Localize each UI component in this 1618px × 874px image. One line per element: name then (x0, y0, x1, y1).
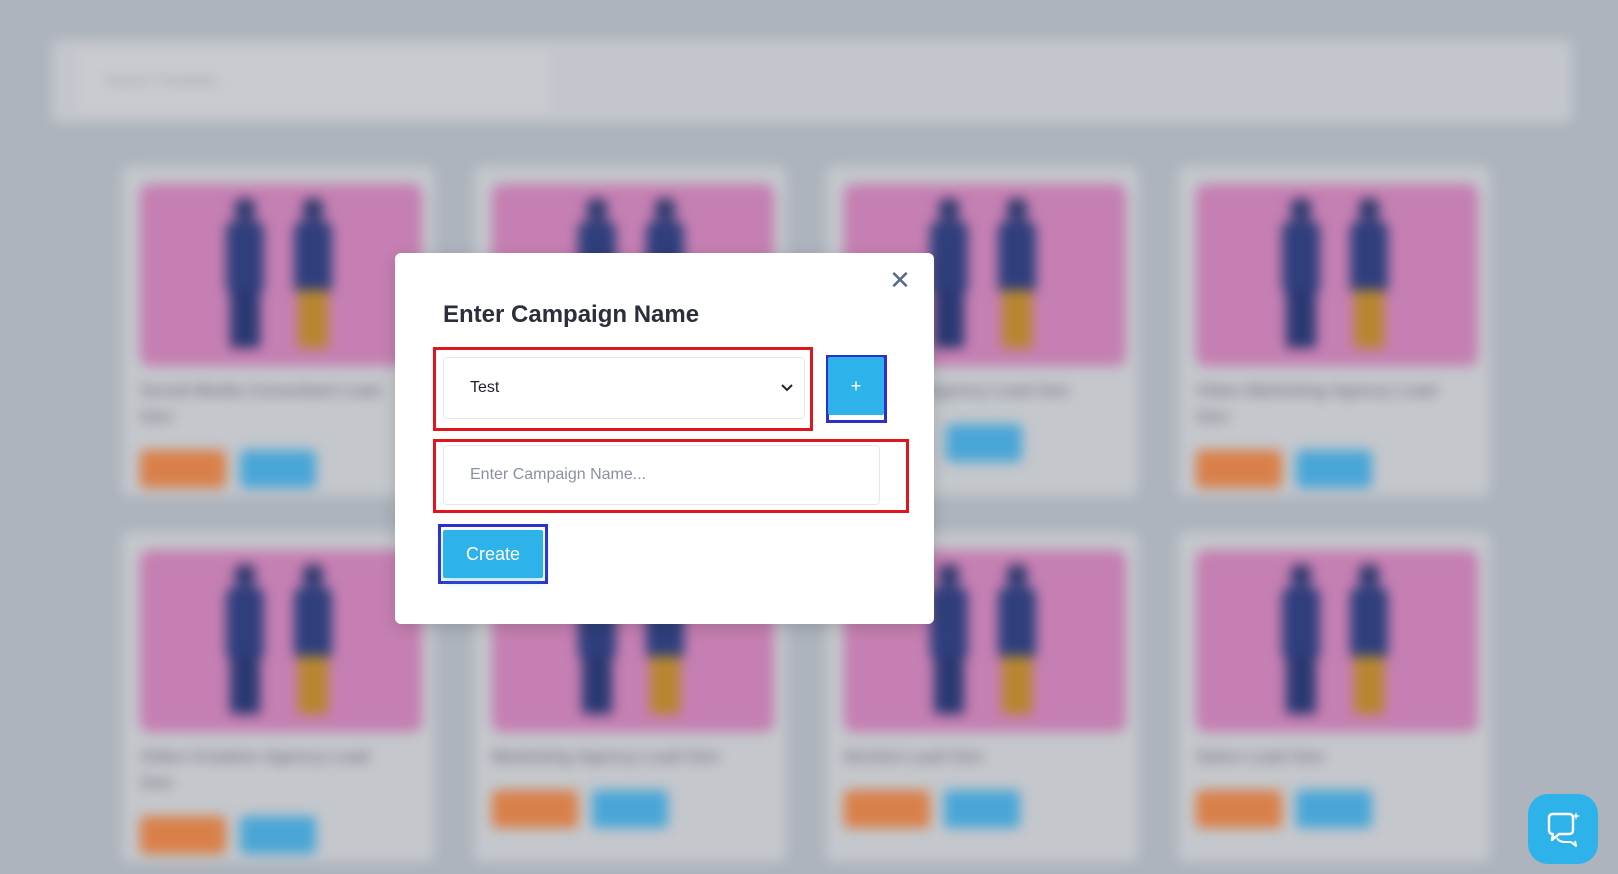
add-campaign-button[interactable]: + (828, 357, 884, 415)
campaign-name-modal: ✕ Enter Campaign Name Test + Create (395, 253, 934, 624)
create-button[interactable]: Create (443, 530, 543, 578)
use-button[interactable] (1296, 450, 1372, 488)
modal-title: Enter Campaign Name (443, 301, 700, 328)
use-button[interactable] (1296, 790, 1372, 828)
template-card: Video Creation Agency Lead Gen (122, 532, 434, 862)
view-button[interactable] (140, 816, 226, 854)
template-title: Video Creation Agency Lead Gen (140, 747, 370, 792)
use-button[interactable] (240, 450, 316, 488)
search-placeholder: Search Template... (104, 72, 229, 89)
template-card: Video Marketing Agency Lead Gen (1178, 166, 1490, 496)
template-thumbnail (1196, 550, 1478, 732)
view-button[interactable] (492, 790, 578, 828)
template-title: Social Media Consultant Lead Gen (140, 381, 381, 426)
view-button[interactable] (844, 790, 930, 828)
close-icon[interactable]: ✕ (887, 267, 913, 293)
template-thumbnail (140, 184, 422, 366)
chat-bubble-icon (1547, 812, 1580, 847)
chevron-down-icon (780, 358, 794, 443)
template-title: Agency Lead Gen (926, 381, 1070, 400)
campaign-select[interactable]: Test (443, 357, 805, 419)
template-title: Salon Lead Gen (1196, 747, 1325, 766)
chat-widget-button[interactable] (1528, 794, 1598, 864)
view-button[interactable] (1196, 790, 1282, 828)
campaign-select-value: Test (470, 379, 500, 396)
template-search-input[interactable]: Search Template... (78, 48, 548, 114)
template-title: Marketing Agency Lead Gen (492, 747, 720, 766)
use-button[interactable] (944, 790, 1020, 828)
view-button[interactable] (1196, 450, 1282, 488)
template-title: Video Marketing Agency Lead Gen (1196, 381, 1437, 426)
template-card: Social Media Consultant Lead Gen (122, 166, 434, 496)
campaign-name-input[interactable] (443, 445, 880, 505)
template-thumbnail (140, 550, 422, 732)
template-title: Dentist Lead Gen (844, 747, 984, 766)
use-button[interactable] (592, 790, 668, 828)
use-button[interactable] (946, 424, 1022, 462)
template-thumbnail (1196, 184, 1478, 366)
template-search-bar: Search Template... (52, 40, 1572, 122)
template-card: Salon Lead Gen (1178, 532, 1490, 862)
view-button[interactable] (140, 450, 226, 488)
use-button[interactable] (240, 816, 316, 854)
